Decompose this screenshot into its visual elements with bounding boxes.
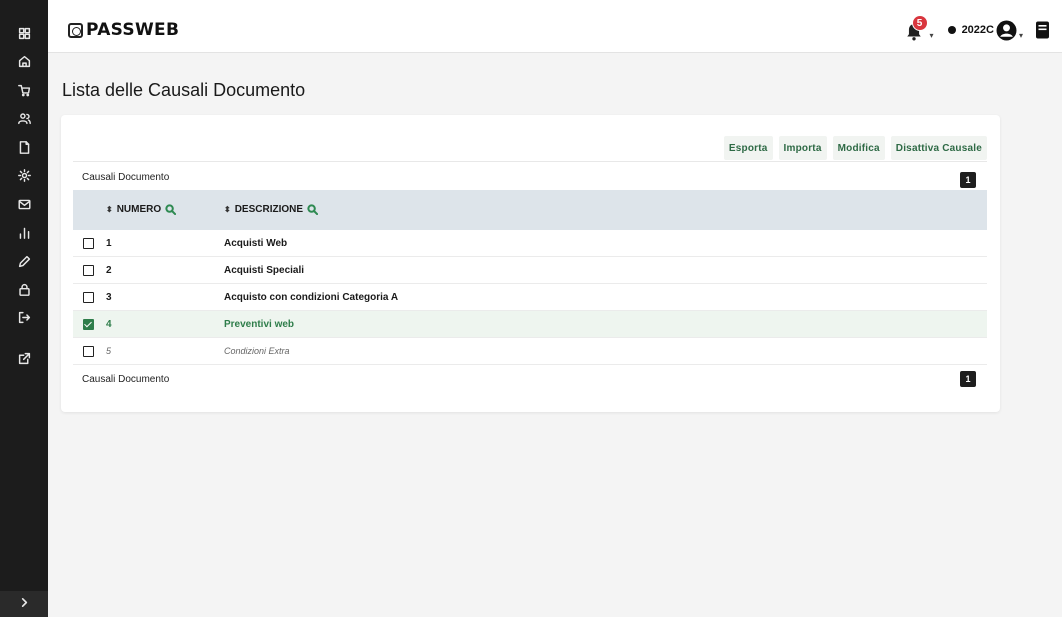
book-icon[interactable]	[1035, 21, 1050, 39]
grid-icon[interactable]	[0, 22, 48, 44]
status-dot-icon	[947, 26, 956, 34]
cell-description: Condizioni Extra	[224, 346, 290, 356]
notifications-button[interactable]: 5	[905, 15, 929, 42]
year-selector[interactable]: 2022C	[962, 24, 994, 36]
column-header-description[interactable]: ⬍ DESCRIZIONE	[224, 204, 319, 215]
sidebar	[0, 0, 48, 617]
cell-number: 3	[106, 292, 112, 303]
divider	[73, 161, 987, 162]
table-row-selected[interactable]: 4 Preventivi web	[73, 311, 987, 338]
deactivate-button[interactable]: Disattiva Causale	[890, 136, 987, 160]
mail-icon[interactable]	[0, 193, 48, 215]
home-icon[interactable]	[0, 50, 48, 72]
cell-number: 4	[106, 319, 112, 330]
page-button-top[interactable]: 1	[960, 172, 976, 188]
row-checkbox-checked[interactable]	[83, 319, 94, 330]
top-header: PASSWEB 5 ▾ 2022C ▾	[48, 0, 1062, 53]
cell-number: 1	[106, 238, 112, 249]
sort-icon[interactable]: ⬍	[224, 205, 231, 214]
app-logo[interactable]: PASSWEB	[68, 20, 179, 40]
document-icon[interactable]	[0, 136, 48, 158]
cart-icon[interactable]	[0, 79, 48, 101]
row-checkbox[interactable]	[83, 238, 94, 249]
table-header: ⬍ NUMERO ⬍ DESCRIZIONE	[73, 190, 987, 230]
search-icon[interactable]	[165, 204, 177, 215]
chart-icon[interactable]	[0, 221, 48, 243]
external-link-icon[interactable]	[0, 347, 48, 369]
table-caption-bottom: Causali Documento	[82, 374, 170, 385]
notification-badge: 5	[911, 15, 928, 31]
chevron-down-icon[interactable]: ▾	[1019, 31, 1023, 40]
list-card: Esporta Importa Modifica Disattiva Causa…	[61, 115, 1000, 412]
sort-icon[interactable]: ⬍	[106, 205, 113, 214]
table-row[interactable]: 1 Acquisti Web	[73, 230, 987, 257]
column-header-number[interactable]: ⬍ NUMERO	[106, 204, 177, 215]
cell-description: Acquisti Speciali	[224, 265, 305, 276]
cell-description: Acquisto con condizioni Categoria A	[224, 292, 399, 303]
logo-mark-icon	[68, 22, 83, 38]
cell-description: Preventivi web	[224, 319, 295, 330]
logo-text: PASSWEB	[86, 20, 180, 40]
gear-icon[interactable]	[0, 164, 48, 186]
page-button-bottom[interactable]: 1	[960, 371, 976, 387]
import-button[interactable]: Importa	[778, 136, 827, 160]
user-avatar-icon[interactable]	[996, 20, 1017, 41]
row-checkbox[interactable]	[83, 265, 94, 276]
pencil-icon[interactable]	[0, 250, 48, 272]
logout-icon[interactable]	[0, 306, 48, 328]
chevron-right-icon	[19, 595, 30, 613]
cell-number: 5	[106, 346, 112, 356]
row-checkbox[interactable]	[83, 292, 94, 303]
lock-icon[interactable]	[0, 278, 48, 300]
column-label-number: NUMERO	[116, 204, 162, 215]
row-checkbox[interactable]	[83, 346, 94, 357]
cell-number: 2	[106, 265, 112, 276]
table-caption-top: Causali Documento	[82, 172, 170, 183]
chevron-down-icon[interactable]: ▾	[930, 31, 934, 40]
sidebar-expand-button[interactable]	[0, 591, 48, 617]
table-row[interactable]: 3 Acquisto con condizioni Categoria A	[73, 284, 987, 311]
page-title: Lista delle Causali Documento	[62, 80, 306, 100]
table-row[interactable]: 2 Acquisti Speciali	[73, 257, 987, 284]
column-label-description: DESCRIZIONE	[234, 204, 304, 215]
users-icon[interactable]	[0, 107, 48, 129]
table-row-inactive[interactable]: 5 Condizioni Extra	[73, 338, 987, 365]
edit-button[interactable]: Modifica	[832, 136, 885, 160]
toolbar: Esporta Importa Modifica Disattiva Causa…	[723, 136, 987, 160]
export-button[interactable]: Esporta	[723, 136, 773, 160]
header-actions: 5 ▾ 2022C ▾	[905, 15, 1050, 42]
search-icon[interactable]	[307, 204, 319, 215]
cell-description: Acquisti Web	[224, 238, 288, 249]
